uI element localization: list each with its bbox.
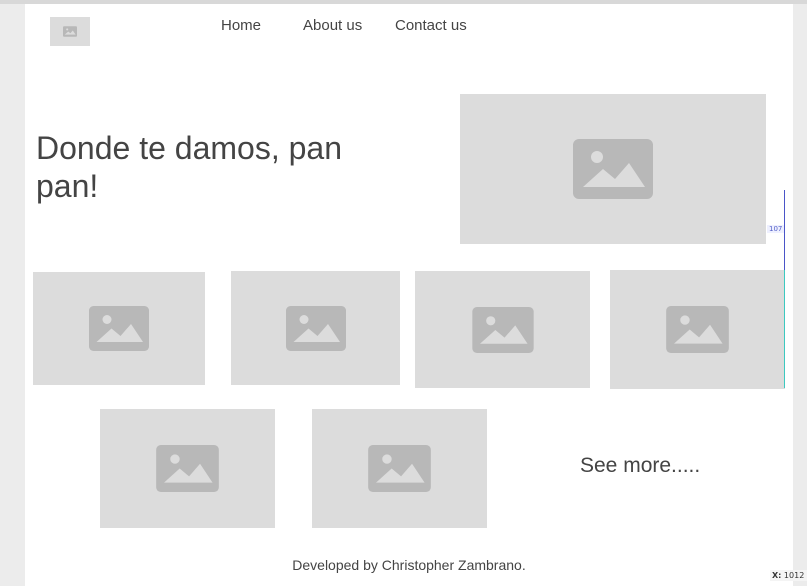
gallery-image-5[interactable] xyxy=(100,409,275,528)
image-placeholder-icon xyxy=(666,306,729,353)
image-placeholder-icon xyxy=(471,306,534,353)
image-placeholder-icon xyxy=(156,445,219,492)
gallery-image-6[interactable] xyxy=(312,409,487,528)
image-placeholder-icon xyxy=(285,305,346,351)
see-more-link[interactable]: See more..... xyxy=(580,454,700,478)
logo-placeholder[interactable] xyxy=(50,17,90,46)
nav-link-about-us[interactable]: About us xyxy=(303,17,362,34)
image-placeholder-icon xyxy=(573,139,653,199)
coordinate-axis-label: X: xyxy=(772,571,782,580)
coordinate-value: 1012 p xyxy=(783,571,807,580)
hero-image-placeholder xyxy=(460,94,766,244)
nav-link-home[interactable]: Home xyxy=(221,17,261,34)
gallery-image-3[interactable] xyxy=(415,271,590,388)
page-container: Home About us Contact us Donde te damos,… xyxy=(25,4,793,586)
ruler-guide-label: 107 xyxy=(767,225,785,233)
image-placeholder-icon xyxy=(63,26,77,37)
ruler-guide-line-highlight xyxy=(784,270,785,388)
gallery-image-1[interactable] xyxy=(33,272,205,385)
gallery-image-4[interactable] xyxy=(610,270,785,389)
nav-link-contact-us[interactable]: Contact us xyxy=(395,17,467,34)
hero-title: Donde te damos, pan pan! xyxy=(36,130,342,204)
coordinate-readout: X: 1012 p xyxy=(770,570,807,581)
footer-credit: Developed by Christopher Zambrano. xyxy=(292,557,526,573)
gallery-image-2[interactable] xyxy=(231,271,400,385)
image-placeholder-icon xyxy=(89,306,149,351)
image-placeholder-icon xyxy=(368,445,431,492)
